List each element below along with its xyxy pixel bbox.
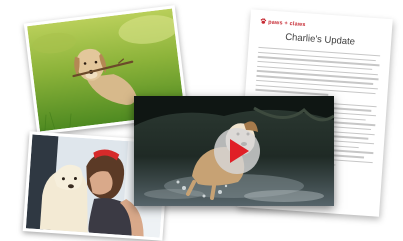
document-title: Charlie's Update bbox=[284, 31, 356, 48]
play-icon bbox=[230, 139, 249, 163]
brand-name: paws + claws bbox=[267, 19, 306, 29]
paw-icon bbox=[260, 18, 267, 24]
video-player[interactable] bbox=[134, 96, 334, 206]
play-button[interactable] bbox=[214, 128, 260, 174]
